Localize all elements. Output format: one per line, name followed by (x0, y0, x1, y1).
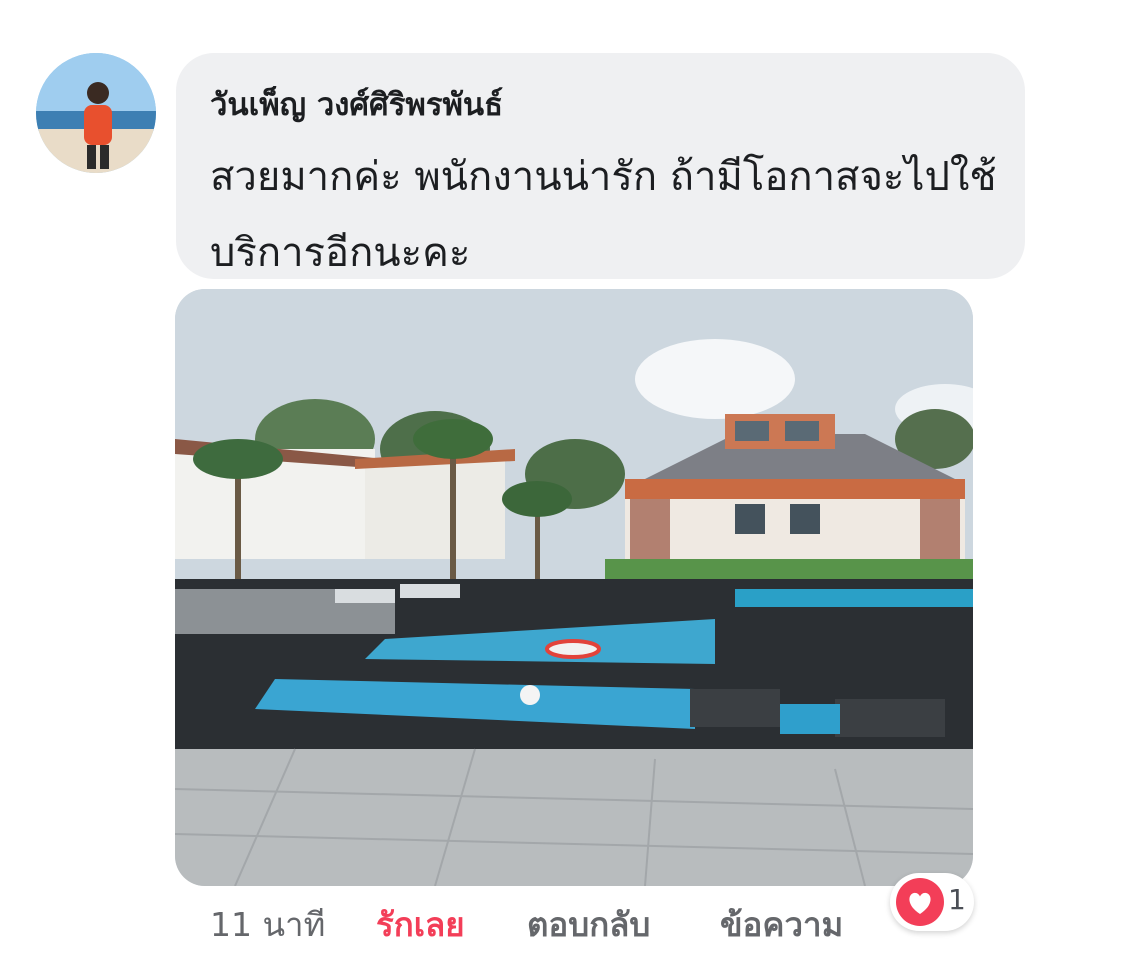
comment-bubble: วันเพ็ญ วงศ์ศิริพรพันธ์ สวยมากค่ะ พนักงา… (176, 53, 1025, 279)
reaction-summary[interactable]: 1 (890, 873, 974, 931)
message-button[interactable]: ข้อความ (720, 898, 843, 951)
avatar-image (36, 53, 156, 173)
comment-photo[interactable] (175, 289, 973, 886)
resort-pool-photo (175, 289, 973, 886)
reply-button[interactable]: ตอบกลับ (527, 898, 650, 951)
heart-icon (896, 878, 944, 926)
comment-timestamp[interactable]: 11 นาที (210, 898, 325, 951)
love-button[interactable]: รักเลย (376, 898, 465, 951)
comment-author[interactable]: วันเพ็ญ วงศ์ศิริพรพันธ์ (210, 79, 503, 129)
comment-text: สวยมากค่ะ พนักงานน่ารัก ถ้ามีโอกาสจะไปใช… (210, 154, 997, 276)
reaction-count: 1 (948, 883, 966, 916)
avatar[interactable] (36, 53, 156, 173)
